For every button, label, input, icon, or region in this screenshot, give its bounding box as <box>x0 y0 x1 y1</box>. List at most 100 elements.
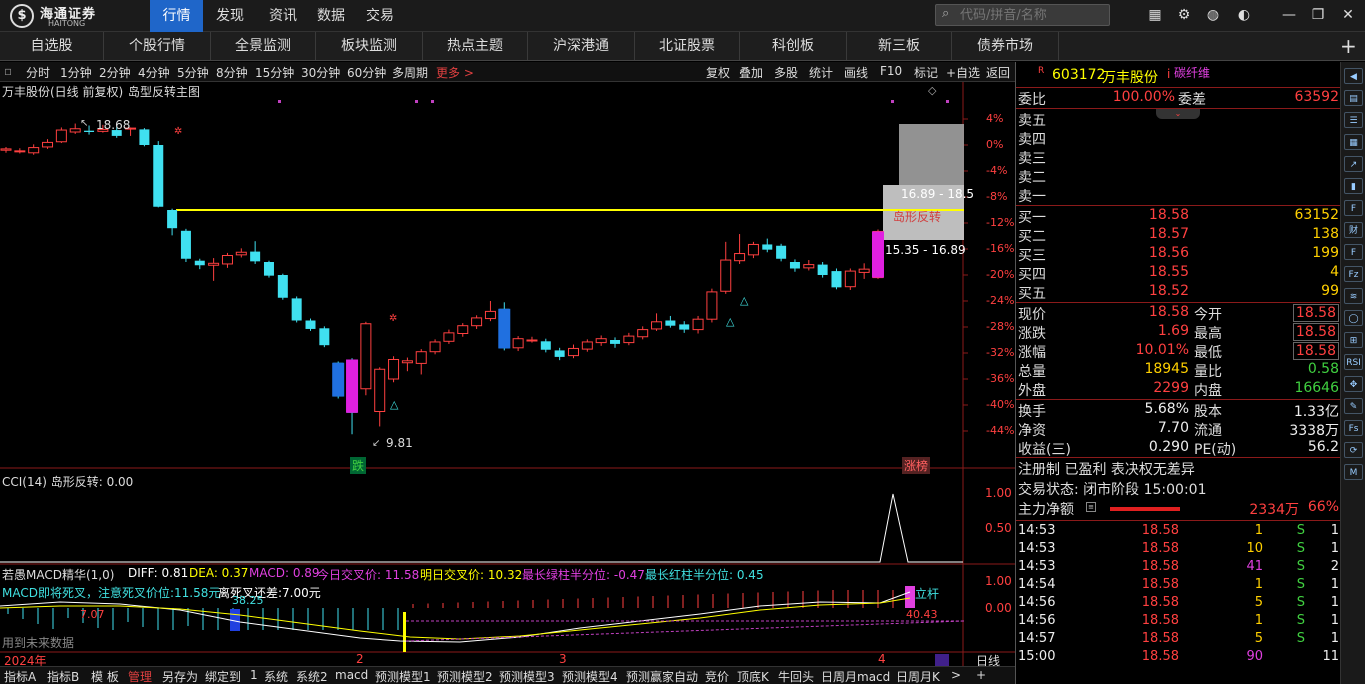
circle-icon[interactable]: ◯ <box>1344 310 1363 326</box>
minimize-icon[interactable]: — <box>1280 6 1298 24</box>
candle-icon[interactable]: ▮ <box>1344 178 1363 194</box>
macd-highlight-bar <box>905 586 915 608</box>
collapse-icon[interactable]: ▫ <box>4 64 12 78</box>
tab-add[interactable]: + <box>976 668 986 682</box>
nav-zhaiquan[interactable]: 债券市场 <box>952 32 1059 60</box>
tab-jingjia[interactable]: 竞价 <box>705 668 729 684</box>
m-icon[interactable]: M <box>1344 464 1363 480</box>
close-icon[interactable]: ✕ <box>1339 6 1357 24</box>
top-nav-jiaoyi[interactable]: 交易 <box>353 0 407 32</box>
period-more[interactable]: 更多 > <box>436 64 474 81</box>
rsi-icon[interactable]: RSI <box>1344 354 1363 370</box>
add-tab-button[interactable]: + <box>1340 34 1357 58</box>
tab-macd[interactable]: macd <box>335 668 368 682</box>
nav-kechuang[interactable]: 科创板 <box>740 32 847 60</box>
arrows-icon[interactable]: ✥ <box>1344 376 1363 392</box>
tab-rizhouyue-k[interactable]: 日周月K <box>896 668 940 684</box>
tab-yuce2[interactable]: 预测模型2 <box>437 668 493 684</box>
top-nav-shuju[interactable]: 数据 <box>309 0 353 32</box>
tool-huaxian[interactable]: 画线 <box>844 64 868 81</box>
f10-icon[interactable]: F <box>1344 200 1363 216</box>
period-fenshi[interactable]: 分时 <box>26 64 50 81</box>
tool-duogu[interactable]: 多股 <box>774 64 798 81</box>
chart-icon[interactable]: ↗ <box>1344 156 1363 172</box>
kline-chart[interactable]: △ △ △ ✲ ✲ ↖ ↙ 4% 0% -4% -8% -12% -16% -20% -24%… <box>0 82 1015 668</box>
fs-icon[interactable]: Fs <box>1344 420 1363 436</box>
top-nav-faxian[interactable]: 发现 <box>203 0 257 32</box>
period-30min[interactable]: 30分钟 <box>301 64 340 81</box>
tab-niuhuitou[interactable]: 牛回头 <box>778 668 814 684</box>
tab-yuce3[interactable]: 预测模型3 <box>499 668 555 684</box>
period-1min[interactable]: 1分钟 <box>60 64 92 81</box>
tab-muban[interactable]: 模 板 <box>91 668 119 684</box>
grid-icon[interactable]: ▦ <box>1146 6 1164 24</box>
tab-yuce1[interactable]: 预测模型1 <box>375 668 431 684</box>
tab-next[interactable]: > <box>951 668 961 682</box>
indicator-name[interactable]: 岛型反转主图 <box>128 83 200 100</box>
period-60min[interactable]: 60分钟 <box>347 64 386 81</box>
cci-title[interactable]: CCI(14) 岛形反转: 0.00 <box>2 473 133 490</box>
tab-yuce4[interactable]: 预测模型4 <box>562 668 618 684</box>
tab-zhibiao-b[interactable]: 指标B <box>47 668 79 684</box>
tab-dingdi[interactable]: 顶底K <box>737 668 769 684</box>
period-2min[interactable]: 2分钟 <box>99 64 131 81</box>
fund-label: 收益(三) <box>1018 442 1071 458</box>
chat-icon[interactable]: ◐ <box>1235 6 1253 24</box>
scroll-marker[interactable] <box>935 654 949 666</box>
tab-xitong2[interactable]: 系统2 <box>296 668 328 684</box>
tab-xitong[interactable]: 系统 <box>264 668 288 684</box>
maximize-icon[interactable]: ❐ <box>1309 6 1327 24</box>
diamond-icon[interactable]: ◇ <box>928 84 936 97</box>
tile-icon[interactable]: ▤ <box>1344 90 1363 106</box>
pen-icon[interactable]: ✎ <box>1344 398 1363 414</box>
tool-tongji[interactable]: 统计 <box>809 64 833 81</box>
nav-xinsanban[interactable]: 新三板 <box>847 32 952 60</box>
table-icon[interactable]: ▦ <box>1344 134 1363 150</box>
nav-gegu[interactable]: 个股行情 <box>104 32 211 60</box>
concept-tag[interactable]: 碳纤维 <box>1174 64 1210 81</box>
tab-guanli[interactable]: 管理 <box>128 668 152 684</box>
info-icon[interactable]: i <box>1167 67 1170 81</box>
fz-icon[interactable]: Fz <box>1344 266 1363 282</box>
tool-fuquan[interactable]: 复权 <box>706 64 730 81</box>
list-icon[interactable]: ☰ <box>1344 112 1363 128</box>
stock-name[interactable]: 万丰股份 <box>1102 67 1158 87</box>
search-input[interactable] <box>960 7 1105 23</box>
period-4min[interactable]: 4分钟 <box>138 64 170 81</box>
tab-bangding[interactable]: 绑定到 <box>205 668 241 684</box>
tab-rizhouyue-macd[interactable]: 日周月macd <box>821 668 890 684</box>
globe-icon[interactable]: ◍ <box>1204 6 1222 24</box>
period-5min[interactable]: 5分钟 <box>177 64 209 81</box>
nav-beizheng[interactable]: 北证股票 <box>635 32 740 60</box>
tool-f10[interactable]: F10 <box>880 64 902 78</box>
macd-label-707: 7.07 <box>80 608 105 621</box>
kline-icon[interactable]: ⊞ <box>1344 332 1363 348</box>
period-8min[interactable]: 8分钟 <box>216 64 248 81</box>
tab-yingjia[interactable]: 预测赢家自动 <box>626 668 698 684</box>
f-icon[interactable]: F <box>1344 244 1363 260</box>
nav-redian[interactable]: 热点主题 <box>423 32 528 60</box>
top-nav-zixun[interactable]: 资讯 <box>257 0 309 32</box>
period-15min[interactable]: 15分钟 <box>255 64 294 81</box>
tool-biaoji[interactable]: 标记 <box>914 64 938 81</box>
tool-zixuan[interactable]: +自选 <box>946 64 980 81</box>
macd-title[interactable]: 若愚MACD精华(1,0) <box>2 566 114 583</box>
period-multi[interactable]: 多周期 <box>392 64 428 81</box>
arrow-left-icon[interactable]: ◀ <box>1344 68 1363 84</box>
flow-icon[interactable]: ≋ <box>1344 288 1363 304</box>
tool-fanhui[interactable]: 返回 <box>986 64 1010 81</box>
tool-diejia[interactable]: 叠加 <box>739 64 763 81</box>
top-nav-hangqing[interactable]: 行情 <box>150 0 203 32</box>
tab-zhibiao-a[interactable]: 指标A <box>4 668 36 684</box>
list-icon[interactable]: ≡ <box>1086 502 1096 512</box>
tab-lingcunwei[interactable]: 另存为 <box>162 668 198 684</box>
search-box[interactable]: ⌕ <box>935 4 1110 26</box>
fin-icon[interactable]: 财 <box>1344 222 1363 238</box>
nav-bankuai[interactable]: 板块监测 <box>316 32 423 60</box>
nav-zixuangu[interactable]: 自选股 <box>0 32 104 60</box>
tab-1[interactable]: 1 <box>250 668 258 682</box>
gear-icon[interactable]: ⚙ <box>1175 6 1193 24</box>
refresh-icon[interactable]: ⟳ <box>1344 442 1363 458</box>
nav-hushen[interactable]: 沪深港通 <box>528 32 635 60</box>
nav-quanjing[interactable]: 全景监测 <box>211 32 316 60</box>
